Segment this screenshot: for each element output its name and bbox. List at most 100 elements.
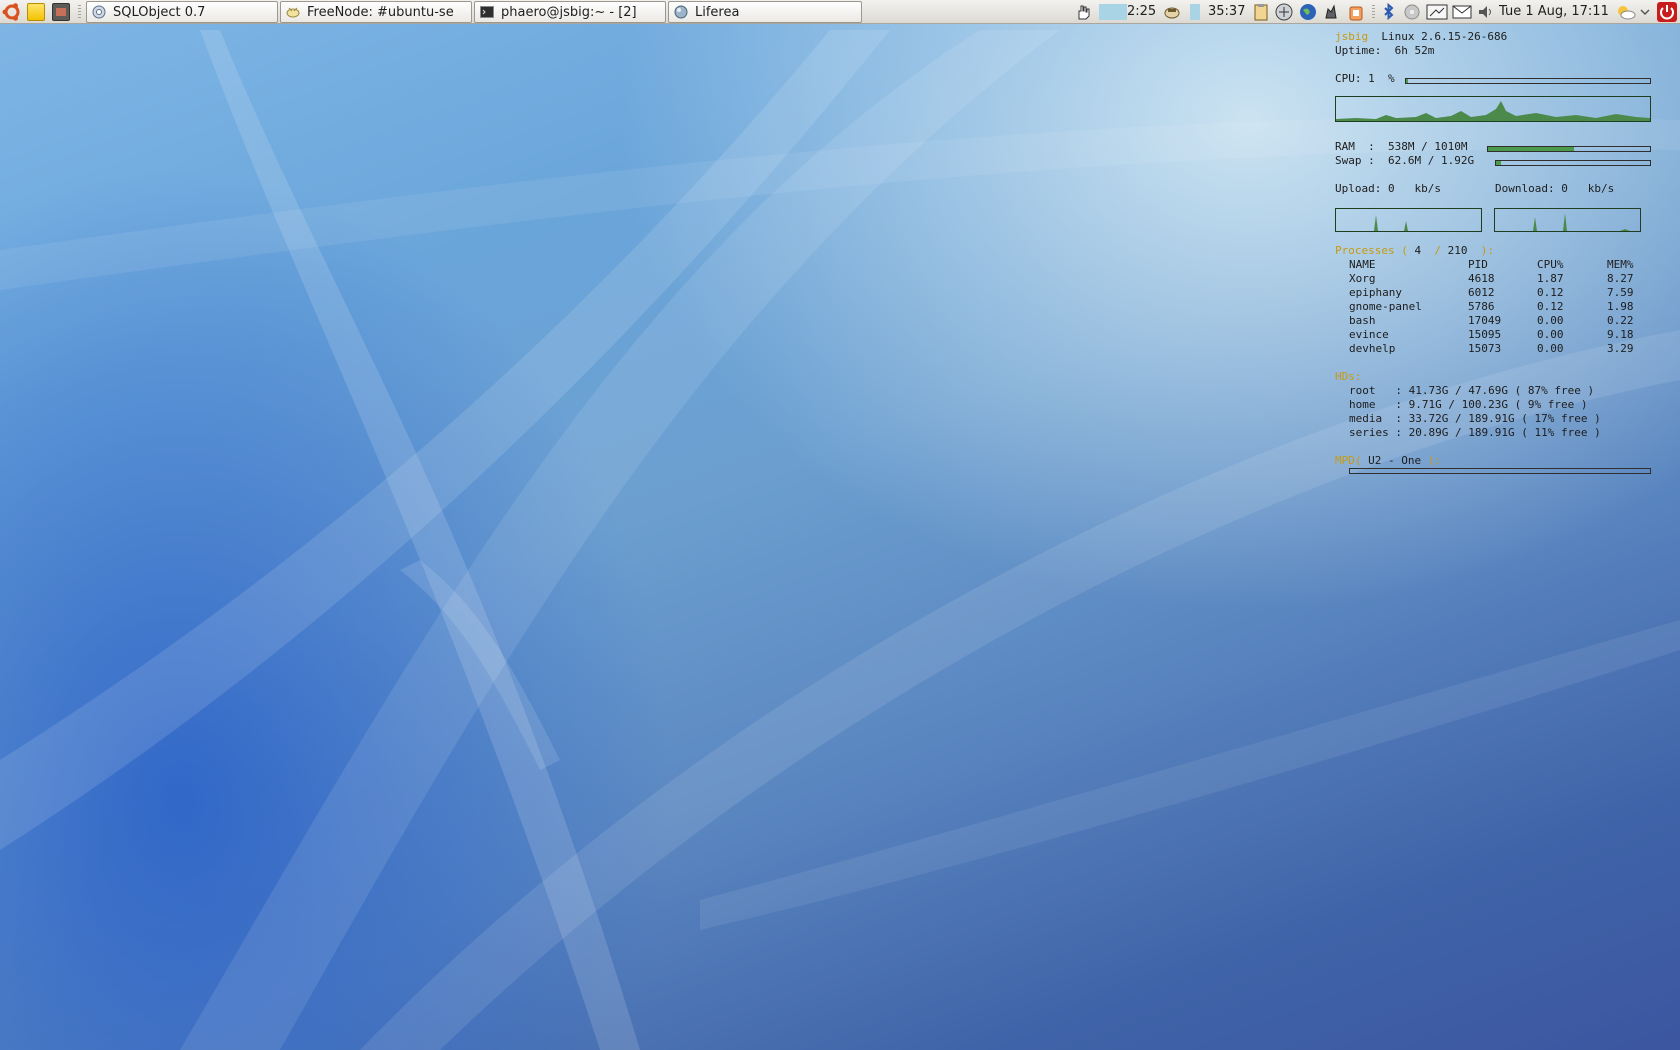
hostname: jsbig	[1335, 30, 1369, 43]
hd-free: 11% free	[1534, 426, 1588, 439]
uptime-value: 6h 52m	[1394, 44, 1435, 57]
hd-total: 100.23G	[1461, 398, 1508, 411]
clock[interactable]: Tue 1 Aug, 17:11	[1499, 4, 1609, 19]
processes-heading: Processes ( 4 / 210 ):	[1335, 244, 1494, 257]
notes-icon[interactable]	[27, 3, 45, 21]
task-button-sqlobject[interactable]: SQLObject 0.7	[86, 1, 278, 23]
hd-total: 189.91G	[1468, 412, 1515, 425]
mail-icon[interactable]	[1452, 3, 1472, 21]
bluetooth-icon[interactable]	[1380, 3, 1398, 21]
hd-name: home	[1349, 398, 1389, 411]
download-graph-plot	[1495, 213, 1640, 231]
hds-label: HDs:	[1335, 370, 1362, 383]
process-cell: 0.00	[1537, 342, 1564, 355]
mpd-progress-bar	[1349, 468, 1651, 474]
liferea-icon	[674, 5, 688, 19]
trash-icon[interactable]	[1347, 3, 1365, 21]
process-cell: Xorg	[1349, 272, 1376, 285]
process-cell: 8.27	[1607, 272, 1634, 285]
mpd-label: MPD(	[1335, 454, 1362, 467]
process-cell: bash	[1349, 314, 1376, 327]
swap-value: 62.6M / 1.92G	[1388, 154, 1475, 167]
cpu-graph-plot	[1336, 101, 1650, 121]
task-label: phaero@jsbig:~ - [2]	[501, 4, 637, 20]
download-line: Download: 0 kb/s	[1495, 182, 1614, 196]
process-cell: 5786	[1468, 300, 1495, 313]
hd-row: home : 9.71G / 100.23G ( 9% free )	[1349, 398, 1587, 412]
hd-name: media	[1349, 412, 1389, 425]
upload-graph	[1335, 208, 1482, 232]
hd-row: root : 41.73G / 47.69G ( 87% free )	[1349, 384, 1594, 398]
ubuntu-logo-icon[interactable]	[2, 2, 22, 22]
download-label: Download:	[1495, 182, 1555, 195]
hd-free: 87% free	[1527, 384, 1581, 397]
hand-icon[interactable]	[1074, 3, 1092, 21]
hd-punctuation: :	[1388, 384, 1409, 397]
hd-free: 17% free	[1534, 412, 1588, 425]
process-cell: 17049	[1468, 314, 1502, 327]
screenshot-icon[interactable]	[52, 3, 70, 21]
xchat-icon	[286, 7, 300, 18]
cpu-bar	[1405, 78, 1651, 84]
weather-clouds-icon[interactable]	[1615, 3, 1637, 21]
task-label: SQLObject 0.7	[113, 4, 206, 20]
volume-icon[interactable]	[1477, 3, 1495, 21]
hd-total: 189.91G	[1468, 426, 1515, 439]
phone-icon[interactable]	[1163, 3, 1181, 21]
process-header-cell: MEM%	[1607, 258, 1634, 271]
task-button-terminal[interactable]: phaero@jsbig:~ - [2]	[474, 1, 666, 23]
hd-free: 9% free	[1527, 398, 1575, 411]
uptime-label: Uptime:	[1335, 44, 1382, 57]
swap-bar-fill	[1496, 161, 1501, 165]
hd-used: 9.71G	[1408, 398, 1442, 411]
hd-used: 41.73G	[1408, 384, 1449, 397]
process-cell: 0.00	[1537, 328, 1564, 341]
cpu-bar-fill	[1406, 79, 1409, 83]
cpu-line: CPU: 1 %	[1335, 72, 1395, 86]
kernel-version: Linux 2.6.15-26-686	[1381, 30, 1508, 43]
processes-total: 210	[1447, 244, 1468, 257]
task-label: Liferea	[695, 4, 740, 20]
weather-icon[interactable]	[1322, 3, 1340, 21]
process-header-cell: NAME	[1349, 258, 1376, 271]
panel-separator[interactable]	[1372, 5, 1375, 19]
process-cell: 4618	[1468, 272, 1495, 285]
display-icon[interactable]	[1426, 3, 1448, 21]
download-value: 0	[1561, 182, 1568, 195]
disc-icon[interactable]	[1403, 3, 1421, 21]
ram-value: 538M / 1010M	[1388, 140, 1468, 153]
swap-bar	[1495, 160, 1651, 166]
timer-bar	[1099, 4, 1127, 20]
task-button-liferea[interactable]: Liferea	[668, 1, 862, 23]
uptime-line: Uptime: 6h 52m	[1335, 44, 1434, 58]
hd-punctuation: :	[1388, 426, 1409, 439]
upload-unit: kb/s	[1414, 182, 1441, 195]
ram-bar-fill	[1488, 147, 1574, 151]
ram-line: RAM : 538M / 1010M	[1335, 140, 1467, 154]
swap-line: Swap : 62.6M / 1.92G	[1335, 154, 1474, 168]
task-button-freenode[interactable]: FreeNode: #ubuntu-se	[280, 1, 472, 23]
hd-used: 33.72G	[1408, 412, 1449, 425]
header-line: jsbig Linux 2.6.15-26-686	[1335, 30, 1507, 44]
upload-label: Upload:	[1335, 182, 1382, 195]
process-cell: 9.18	[1607, 328, 1634, 341]
hd-row: series : 20.89G / 189.91G ( 11% free )	[1349, 426, 1601, 440]
clipboard-icon[interactable]	[1252, 3, 1270, 21]
network-icon[interactable]	[1275, 3, 1293, 21]
hd-punctuation: (	[1514, 412, 1535, 425]
chevron-down-icon[interactable]	[1639, 3, 1651, 21]
hd-punctuation: :	[1388, 398, 1409, 411]
hd-punctuation: /	[1448, 384, 1469, 397]
globe-icon[interactable]	[1299, 3, 1317, 21]
process-cell: 0.22	[1607, 314, 1634, 327]
upload-line: Upload: 0 kb/s	[1335, 182, 1441, 196]
ram-bar	[1487, 146, 1651, 152]
panel-separator[interactable]	[78, 5, 81, 19]
hd-punctuation: (	[1514, 426, 1535, 439]
hd-punctuation: (	[1507, 398, 1528, 411]
process-cell: gnome-panel	[1349, 300, 1422, 313]
process-cell: 3.29	[1607, 342, 1634, 355]
quit-icon[interactable]	[1656, 1, 1678, 23]
hd-punctuation: /	[1448, 412, 1469, 425]
timer-bar	[1190, 4, 1200, 20]
